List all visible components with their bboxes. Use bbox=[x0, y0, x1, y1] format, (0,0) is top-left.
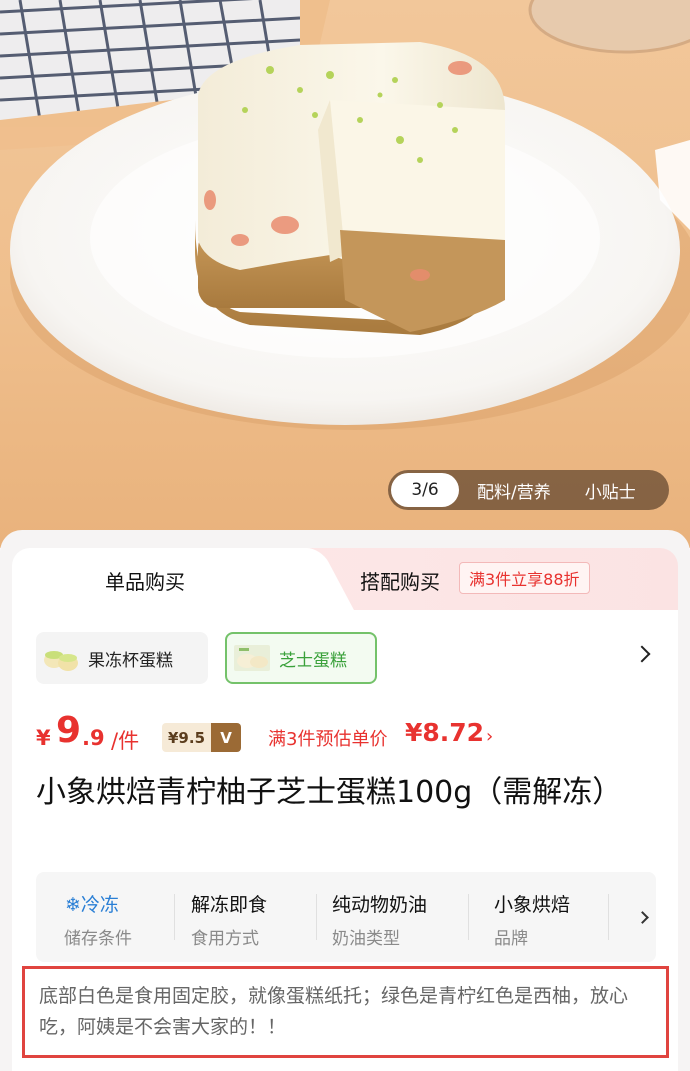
snowflake-icon: ❄ bbox=[65, 894, 81, 916]
divider bbox=[174, 894, 175, 940]
attribute-brand: 小象烘焙 品牌 bbox=[468, 872, 609, 962]
annotation-box: 底部白色是食用固定胶，就像蛋糕纸托；绿色是青柠红色是西柚，放心吃，阿姨是不会害大… bbox=[22, 966, 669, 1058]
attribute-value: 小象烘焙 bbox=[494, 894, 571, 916]
attribute-value: 解冻即食 bbox=[191, 894, 268, 916]
jelly-cup-cake-thumbnail bbox=[42, 643, 80, 673]
attribute-value: 纯动物奶油 bbox=[332, 894, 428, 916]
variant-jelly-cup-cake[interactable]: 果冻杯蛋糕 bbox=[36, 632, 208, 684]
product-image[interactable]: 3/6 配料/营养 小贴士 bbox=[0, 0, 690, 548]
member-price: ¥9.5 bbox=[162, 723, 212, 752]
member-price-pill[interactable]: ¥9.5 V bbox=[162, 723, 242, 752]
cheese-cake-thumbnail bbox=[233, 643, 271, 673]
purchase-tabs: 单品购买 搭配购买 满3件立享88折 bbox=[12, 548, 678, 612]
variant-label: 芝士蛋糕 bbox=[279, 650, 347, 671]
price-row: ¥ 9 .9 /件 ¥9.5 V 满3件预估单价 ¥8.72 › bbox=[36, 710, 666, 756]
estimate-label[interactable]: 满3件预估单价 bbox=[268, 725, 387, 751]
price-currency: ¥ bbox=[36, 726, 51, 750]
cheesecake-photo bbox=[0, 0, 690, 430]
annotation-text: 底部白色是食用固定胶，就像蛋糕纸托；绿色是青柠红色是西柚，放心吃，阿姨是不会害大… bbox=[39, 985, 629, 1038]
product-title: 小象烘焙青柠柚子芝士蛋糕100g（需解冻） bbox=[36, 775, 623, 810]
attribute-cream-type: 纯动物奶油 奶油类型 bbox=[316, 872, 469, 962]
price-decimal: .9 bbox=[82, 726, 105, 750]
attribute-eating-method: 解冻即食 食用方式 bbox=[176, 872, 317, 962]
estimate-chevron-icon[interactable]: › bbox=[486, 726, 493, 747]
vip-badge-icon: V bbox=[211, 723, 242, 752]
variant-label: 果冻杯蛋糕 bbox=[88, 650, 173, 671]
price-integer: 9 bbox=[56, 710, 82, 751]
attribute-key: 奶油类型 bbox=[332, 929, 400, 949]
attribute-key: 食用方式 bbox=[191, 929, 259, 949]
price-unit: /件 bbox=[111, 729, 140, 753]
estimate-price[interactable]: ¥8.72 bbox=[405, 718, 484, 747]
tips-link[interactable]: 小贴士 bbox=[585, 478, 636, 503]
promo-tag: 满3件立享88折 bbox=[459, 562, 590, 594]
variant-cheese-cake[interactable]: 芝士蛋糕 bbox=[225, 632, 377, 684]
attribute-key: 品牌 bbox=[494, 929, 528, 949]
attribute-value: ❄冷冻 bbox=[65, 894, 119, 916]
attributes-strip[interactable]: ❄冷冻 储存条件 解冻即食 食用方式 纯动物奶油 奶油类型 小象烘焙 品牌 bbox=[36, 872, 656, 962]
ingredients-nutrition-link[interactable]: 配料/营养 bbox=[477, 478, 551, 503]
tab-single-purchase[interactable]: 单品购买 bbox=[105, 566, 185, 595]
tab-combo-purchase[interactable]: 搭配购买 bbox=[360, 566, 440, 595]
attributes-more-chevron-icon[interactable] bbox=[632, 872, 656, 962]
image-counter[interactable]: 3/6 bbox=[391, 473, 459, 507]
attribute-key: 储存条件 bbox=[64, 929, 132, 949]
attribute-storage: ❄冷冻 储存条件 bbox=[36, 872, 176, 962]
divider bbox=[608, 894, 609, 940]
more-variants-chevron-icon[interactable] bbox=[633, 645, 651, 663]
image-controls: 3/6 配料/营养 小贴士 bbox=[388, 470, 669, 510]
